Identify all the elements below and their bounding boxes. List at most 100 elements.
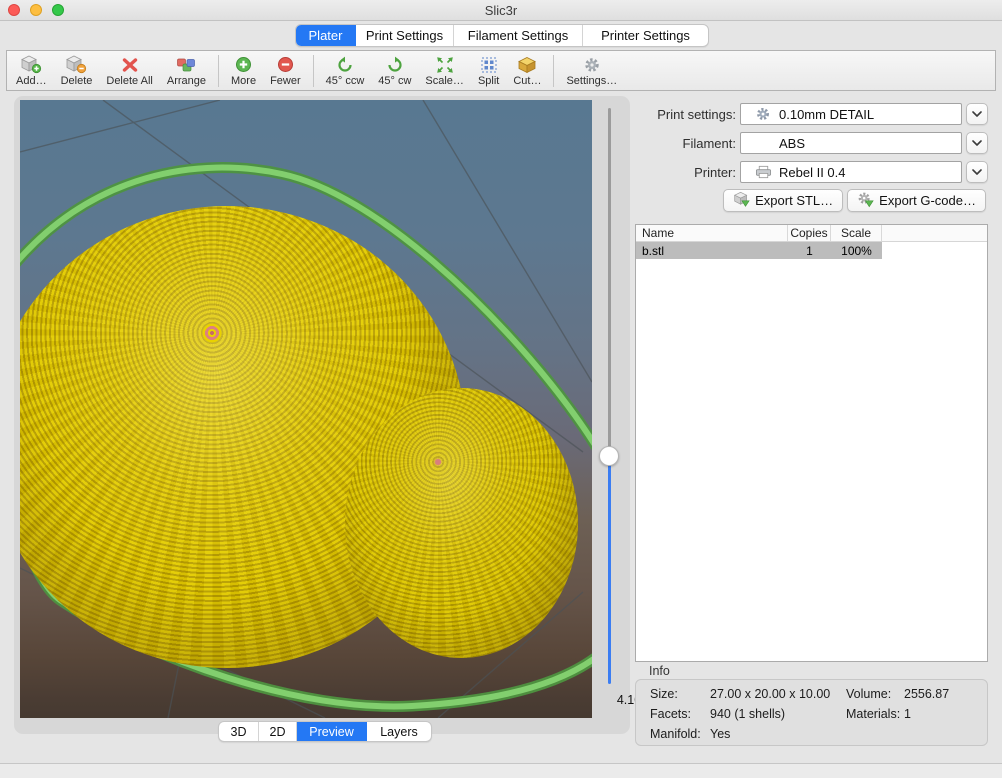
info-size-label: Size: (650, 687, 710, 701)
delete-icon (65, 55, 87, 74)
filament-value: ABS (779, 136, 805, 151)
settings-sidebar: Print settings: 0.10mm DETAIL Filament: … (635, 96, 988, 746)
layer-slider-track-filled[interactable] (608, 456, 611, 684)
delete-all-button[interactable]: Delete All (99, 52, 159, 90)
filament-select[interactable]: ABS (740, 132, 962, 154)
print-settings-row: Print settings: 0.10mm DETAIL (635, 103, 988, 125)
column-header-scale[interactable]: Scale (831, 225, 882, 241)
view-tab-preview[interactable]: Preview (297, 722, 367, 741)
layer-slider-handle[interactable] (599, 446, 619, 466)
info-volume-value: 2556.87 (904, 687, 979, 701)
toolbar-label: 45° cw (378, 75, 411, 87)
printer-icon (754, 163, 772, 181)
rotate-ccw-button[interactable]: 45° ccw (319, 52, 372, 90)
toolbar-separator (553, 55, 554, 87)
filament-label: Filament: (635, 136, 736, 151)
scale-button[interactable]: Scale… (418, 52, 471, 90)
tab-print-settings[interactable]: Print Settings (356, 25, 454, 46)
object-list-table: Name Copies Scale b.stl 1 100% (635, 224, 988, 662)
status-bar (0, 763, 1002, 778)
export-stl-icon (733, 191, 750, 211)
table-row-selected[interactable]: b.stl 1 100% (636, 242, 882, 259)
layer-slider-track[interactable] (608, 108, 611, 456)
info-facets-label: Facets: (650, 707, 710, 721)
arrange-button[interactable]: Arrange (160, 52, 213, 90)
info-facets-value: 940 (1 shells) (710, 707, 846, 721)
main-tab-bar: Plater Print Settings Filament Settings … (295, 24, 709, 47)
export-gcode-button[interactable]: Export G-code… (847, 189, 986, 212)
plater-view-panel: 4.10 3D 2D Preview Layers (14, 96, 630, 734)
more-button[interactable]: More (224, 52, 263, 90)
titlebar: Slic3r (0, 0, 1002, 21)
export-gcode-icon (857, 191, 874, 211)
filament-row: Filament: ABS (635, 132, 988, 154)
printer-value: Rebel II 0.4 (779, 165, 846, 180)
split-button[interactable]: Split (471, 52, 506, 90)
toolbar-label: Delete All (106, 75, 152, 87)
settings-button[interactable]: Settings… (559, 52, 624, 90)
cut-button[interactable]: Cut… (506, 52, 548, 90)
tab-plater[interactable]: Plater (296, 25, 356, 46)
printer-select[interactable]: Rebel II 0.4 (740, 161, 962, 183)
toolbar-separator (218, 55, 219, 87)
info-materials-label: Materials: (846, 707, 904, 721)
top-infill-pink-large (199, 320, 225, 346)
info-box: Size: 27.00 x 20.00 x 10.00 Volume: 2556… (635, 679, 988, 746)
arrange-icon (176, 55, 196, 74)
view-tab-3d[interactable]: 3D (219, 722, 259, 741)
chevron-down-icon (972, 169, 982, 175)
print-settings-dropdown-button[interactable] (966, 103, 988, 125)
rotate-ccw-icon (336, 55, 354, 74)
tab-filament-settings[interactable]: Filament Settings (454, 25, 583, 46)
cut-icon (517, 55, 537, 74)
chevron-down-icon (972, 111, 982, 117)
object-list-header: Name Copies Scale (636, 225, 987, 242)
model-small-dome[interactable] (345, 388, 578, 658)
gear-icon (754, 105, 772, 123)
toolbar: Add… Delete Delete All (6, 50, 996, 91)
info-volume-label: Volume: (846, 687, 904, 701)
print-settings-select[interactable]: 0.10mm DETAIL (740, 103, 962, 125)
printer-dropdown-button[interactable] (966, 161, 988, 183)
view-tab-2d[interactable]: 2D (259, 722, 297, 741)
toolbar-label: Split (478, 75, 499, 87)
export-gcode-label: Export G-code… (879, 193, 976, 208)
delete-all-icon (121, 55, 139, 74)
toolbar-label: Fewer (270, 75, 301, 87)
export-stl-label: Export STL… (755, 193, 833, 208)
tab-printer-settings[interactable]: Printer Settings (583, 25, 708, 46)
info-size-value: 27.00 x 20.00 x 10.00 (710, 687, 846, 701)
viewport-3d[interactable] (20, 100, 592, 718)
info-materials-value: 1 (904, 707, 979, 721)
scale-icon (436, 55, 454, 74)
rotate-cw-button[interactable]: 45° cw (371, 52, 418, 90)
column-header-copies[interactable]: Copies (788, 225, 831, 241)
add-icon (20, 55, 42, 74)
export-buttons: Export STL… Export G-code… (723, 189, 986, 212)
toolbar-label: Settings… (566, 75, 617, 87)
print-settings-label: Print settings: (635, 107, 736, 122)
top-infill-pink-small (433, 457, 443, 467)
delete-button[interactable]: Delete (54, 52, 100, 90)
more-icon (235, 55, 252, 74)
toolbar-label: More (231, 75, 256, 87)
add-button[interactable]: Add… (9, 52, 54, 90)
toolbar-label: 45° ccw (326, 75, 365, 87)
fewer-button[interactable]: Fewer (263, 52, 308, 90)
view-tab-layers[interactable]: Layers (367, 722, 431, 741)
filament-dropdown-button[interactable] (966, 132, 988, 154)
view-tab-bar: 3D 2D Preview Layers (218, 721, 432, 742)
export-stl-button[interactable]: Export STL… (723, 189, 843, 212)
printer-row: Printer: Rebel II 0.4 (635, 161, 988, 183)
cell-scale: 100% (831, 242, 882, 259)
info-manifold-label: Manifold: (650, 727, 710, 741)
cell-copies: 1 (788, 242, 831, 259)
model-shading (345, 388, 578, 658)
toolbar-label: Arrange (167, 75, 206, 87)
fewer-icon (277, 55, 294, 74)
printer-label: Printer: (635, 165, 736, 180)
settings-icon (583, 55, 601, 74)
column-header-name[interactable]: Name (636, 225, 788, 241)
chevron-down-icon (972, 140, 982, 146)
window-title: Slic3r (0, 3, 1002, 18)
